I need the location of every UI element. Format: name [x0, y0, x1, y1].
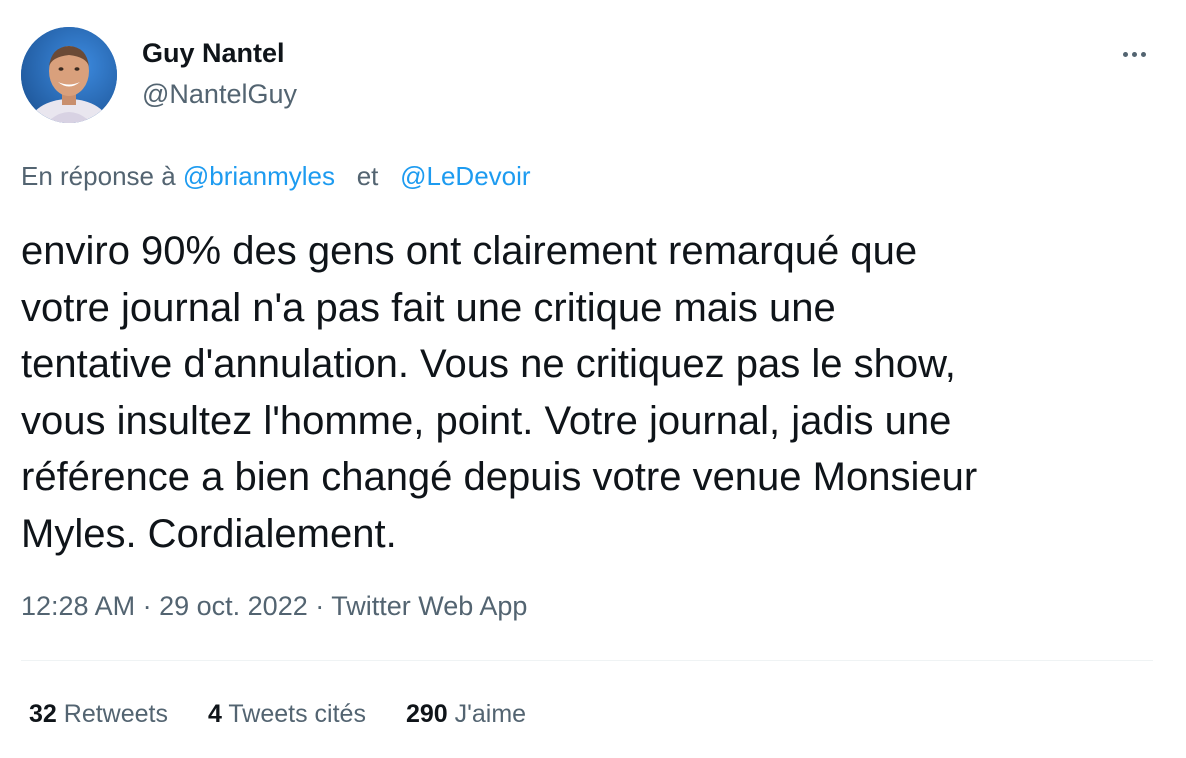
retweets-count: 32	[29, 700, 57, 728]
reply-joiner: et	[356, 161, 379, 191]
quotes-label: Tweets cités	[228, 700, 366, 728]
tweet-text: enviro 90% des gens ont clairement remar…	[21, 229, 978, 556]
quotes-stat[interactable]: 4 Tweets cités	[208, 700, 366, 729]
mention-brianmyles[interactable]: @brianmyles	[183, 161, 335, 191]
more-horizontal-icon	[1122, 51, 1128, 57]
mention-ledevoir[interactable]: @LeDevoir	[400, 161, 530, 191]
more-dot	[1131, 51, 1137, 57]
meta-separator: ·	[142, 591, 152, 621]
more-dot	[1140, 51, 1146, 57]
meta-separator: ·	[315, 591, 325, 621]
likes-stat[interactable]: 290 J'aime	[406, 700, 526, 729]
likes-count: 290	[405, 700, 448, 728]
tweet-time[interactable]: 12:28 AM	[21, 591, 135, 621]
author-name[interactable]: Guy Nantel	[142, 38, 285, 69]
reply-context: En réponse à @brianmyles et @LeDevoir	[21, 161, 531, 192]
tweet-stats: 32 Retweets 4 Tweets cités 290 J'aime	[29, 700, 566, 729]
retweets-stat[interactable]: 32 Retweets	[29, 700, 168, 729]
retweets-label: Retweets	[63, 700, 168, 728]
tweet-source[interactable]: Twitter Web App	[331, 591, 527, 621]
divider	[21, 660, 1153, 661]
reply-prefix: En réponse à	[21, 161, 176, 191]
tweet-meta: 12:28 AM · 29 oct. 2022 · Twitter Web Ap…	[21, 591, 527, 622]
avatar[interactable]	[21, 27, 117, 123]
likes-label: J'aime	[454, 700, 527, 728]
author-handle[interactable]: @NantelGuy	[142, 79, 297, 110]
quotes-count: 4	[207, 700, 222, 728]
tweet-date[interactable]: 29 oct. 2022	[159, 591, 308, 621]
tweet-card: Guy Nantel @NantelGuy En réponse à @bria…	[0, 0, 1186, 758]
avatar-photo	[21, 27, 117, 123]
more-options-button[interactable]	[1112, 40, 1156, 68]
